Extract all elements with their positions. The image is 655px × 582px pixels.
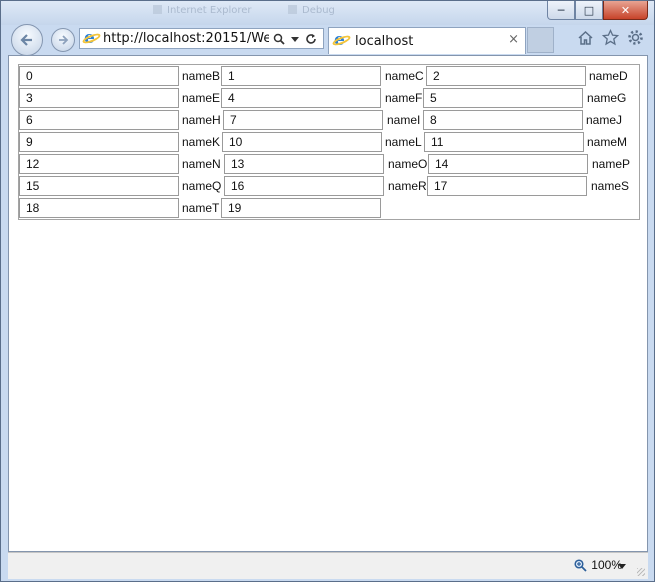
field-label: nameO	[388, 157, 428, 171]
zoom-dropdown-icon[interactable]	[618, 560, 626, 572]
text-input[interactable]: 2	[426, 66, 586, 86]
back-icon	[20, 34, 32, 46]
field-label: nameJ	[586, 113, 623, 127]
ie-icon: e	[331, 30, 352, 50]
field-label: nameC	[385, 69, 424, 83]
minimize-button[interactable]: ─	[547, 1, 575, 20]
address-url[interactable]: http://localhost:20151/WebF	[103, 31, 269, 46]
status-bar: 100%	[8, 552, 648, 579]
window-controls: ─ □ ✕	[547, 1, 648, 20]
new-tab-button[interactable]	[527, 27, 554, 53]
back-button[interactable]	[11, 24, 43, 56]
text-input[interactable]: 12	[19, 154, 179, 174]
text-input[interactable]: 10	[222, 132, 382, 152]
field-label: nameL	[385, 135, 422, 149]
search-icon[interactable]	[273, 33, 285, 45]
text-input[interactable]: 9	[19, 132, 179, 152]
gear-icon[interactable]	[627, 29, 644, 46]
close-button[interactable]: ✕	[603, 1, 648, 20]
field-label: nameQ	[182, 179, 222, 193]
field-label: nameR	[388, 179, 427, 193]
tab-close-icon[interactable]: ×	[508, 32, 519, 47]
text-input[interactable]: 17	[427, 176, 587, 196]
forward-button[interactable]	[51, 28, 75, 52]
title-bar: Internet Explorer Debug ─ □ ✕	[1, 1, 654, 25]
text-input[interactable]: 4	[221, 88, 381, 108]
ghost-tab: Internet Explorer	[153, 5, 252, 21]
tab-localhost[interactable]: e localhost ×	[328, 27, 526, 54]
text-input[interactable]: 7	[223, 110, 383, 130]
text-input[interactable]: 19	[221, 198, 381, 218]
field-label: nameH	[182, 113, 221, 127]
text-input[interactable]: 14	[428, 154, 588, 174]
maximize-button[interactable]: □	[575, 1, 603, 20]
field-label: nameT	[182, 201, 220, 215]
text-input[interactable]: 5	[423, 88, 583, 108]
text-input[interactable]: 3	[19, 88, 179, 108]
home-icon[interactable]	[577, 29, 594, 46]
ghost-tab: Debug	[288, 5, 335, 21]
address-bar[interactable]: e http://localhost:20151/WebF	[79, 28, 324, 49]
text-input[interactable]: 15	[19, 176, 179, 196]
text-input[interactable]: 8	[423, 110, 583, 130]
navigation-bar: e http://localhost:20151/WebF e localhos…	[1, 23, 654, 56]
resize-grip[interactable]	[637, 568, 645, 576]
text-input[interactable]: 13	[224, 154, 384, 174]
field-label: nameD	[589, 69, 628, 83]
field-label: nameE	[182, 91, 221, 105]
field-label: nameB	[182, 69, 221, 83]
browser-toolbar-icons	[577, 29, 644, 46]
page-content: 0 nameB 1 nameC 2 nameD 3 nameE 4 nameF …	[8, 55, 648, 552]
field-label: nameF	[385, 91, 423, 105]
field-label: nameG	[587, 91, 627, 105]
field-label: nameS	[591, 179, 630, 193]
form-container: 0 nameB 1 nameC 2 nameD 3 nameE 4 nameF …	[18, 64, 640, 220]
dropdown-icon[interactable]	[291, 33, 299, 45]
field-label: nameI	[387, 113, 421, 127]
tab-title: localhost	[355, 33, 414, 49]
field-label: nameK	[182, 135, 221, 149]
text-input[interactable]: 1	[221, 66, 381, 86]
field-label: nameM	[587, 135, 628, 149]
ie-icon: e	[81, 28, 102, 48]
refresh-icon[interactable]	[305, 33, 317, 45]
text-input[interactable]: 11	[424, 132, 584, 152]
text-input[interactable]: 18	[19, 198, 179, 218]
forward-icon	[59, 35, 69, 45]
field-label: nameN	[182, 157, 221, 171]
zoom-control[interactable]: 100%	[574, 558, 622, 572]
favorites-star-icon[interactable]	[602, 29, 619, 46]
text-input[interactable]: 16	[224, 176, 384, 196]
zoom-icon	[574, 558, 587, 572]
browser-window: Internet Explorer Debug ─ □ ✕ e http://l…	[0, 0, 655, 582]
text-input[interactable]: 6	[19, 110, 179, 130]
field-label: nameP	[592, 157, 631, 171]
text-input[interactable]: 0	[19, 66, 179, 86]
